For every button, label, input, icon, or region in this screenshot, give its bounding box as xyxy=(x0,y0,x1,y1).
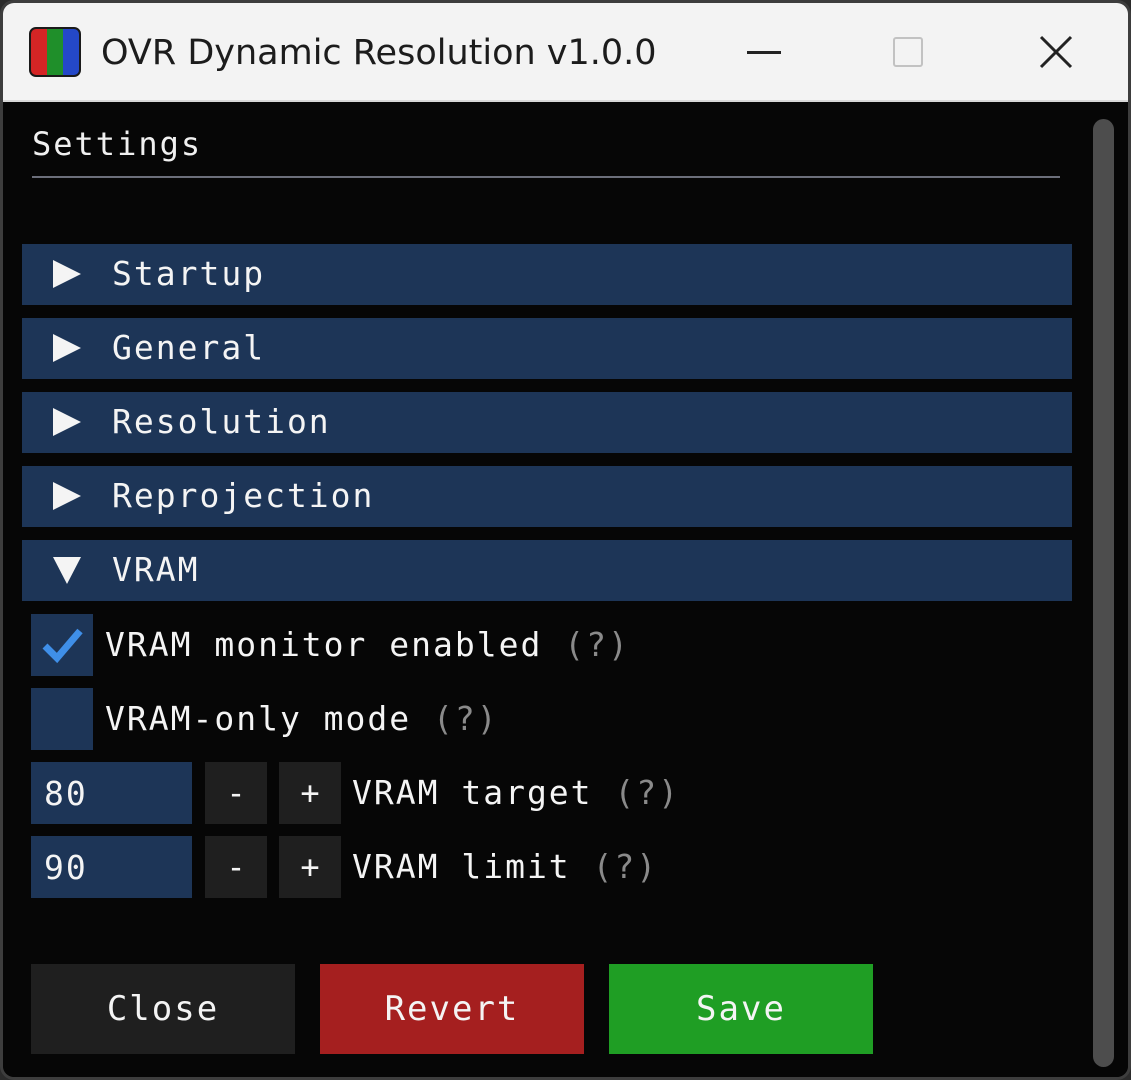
vram-limit-help[interactable]: (?) xyxy=(593,847,659,886)
section-label: VRAM xyxy=(112,550,200,589)
vram-target-increment-button[interactable]: + xyxy=(279,762,341,824)
vram-target-input[interactable] xyxy=(31,762,192,824)
minimize-icon xyxy=(747,50,781,54)
vram-target-text: VRAM target xyxy=(352,773,593,812)
section-header-startup[interactable]: Startup xyxy=(22,244,1072,305)
title-bar[interactable]: OVR Dynamic Resolution v1.0.0 xyxy=(3,3,1128,102)
triangle-right-icon xyxy=(53,408,81,436)
settings-panel: Settings Startup General Resolution Repr… xyxy=(3,102,1128,1077)
section-header-reprojection[interactable]: Reprojection xyxy=(22,466,1072,527)
checkmark-icon xyxy=(42,628,83,664)
vram-target-help[interactable]: (?) xyxy=(614,773,680,812)
vram-limit-text: VRAM limit xyxy=(352,847,571,886)
app-icon-green-stripe xyxy=(47,29,63,75)
vram-target-label: VRAM target (?) xyxy=(352,769,680,817)
section-label: Reprojection xyxy=(112,476,375,515)
window-title: OVR Dynamic Resolution v1.0.0 xyxy=(101,33,657,73)
vram-only-mode-help[interactable]: (?) xyxy=(433,699,499,738)
maximize-button[interactable] xyxy=(873,21,943,83)
app-icon xyxy=(29,27,81,77)
vram-limit-increment-button[interactable]: + xyxy=(279,836,341,898)
vram-limit-decrement-button[interactable]: - xyxy=(205,836,267,898)
app-icon-blue-stripe xyxy=(63,29,79,75)
vram-only-mode-checkbox[interactable] xyxy=(31,688,93,750)
close-icon xyxy=(1039,35,1073,69)
revert-button[interactable]: Revert xyxy=(320,964,584,1054)
scrollbar[interactable] xyxy=(1088,115,1118,1071)
triangle-right-icon xyxy=(53,260,81,288)
vram-monitor-text: VRAM monitor enabled xyxy=(105,625,543,664)
vram-only-mode-label: VRAM-only mode (?) xyxy=(105,695,499,743)
app-icon-red-stripe xyxy=(31,29,47,75)
vram-monitor-checkbox[interactable] xyxy=(31,614,93,676)
minimize-button[interactable] xyxy=(729,21,799,83)
app-window: OVR Dynamic Resolution v1.0.0 Settings S… xyxy=(0,0,1131,1080)
vram-monitor-label: VRAM monitor enabled (?) xyxy=(105,621,630,669)
window-close-button[interactable] xyxy=(1021,21,1091,83)
triangle-right-icon xyxy=(53,334,81,362)
triangle-down-icon xyxy=(53,557,81,584)
maximize-icon xyxy=(893,37,923,67)
vram-only-mode-text: VRAM-only mode xyxy=(105,699,412,738)
vram-target-decrement-button[interactable]: - xyxy=(205,762,267,824)
section-label: Startup xyxy=(112,254,266,293)
save-button[interactable]: Save xyxy=(609,964,873,1054)
panel-title: Settings xyxy=(32,125,203,163)
title-separator xyxy=(32,176,1060,178)
vram-monitor-help[interactable]: (?) xyxy=(564,625,630,664)
triangle-right-icon xyxy=(53,482,81,510)
scrollbar-thumb[interactable] xyxy=(1093,119,1114,1067)
section-header-resolution[interactable]: Resolution xyxy=(22,392,1072,453)
section-header-vram[interactable]: VRAM xyxy=(22,540,1072,601)
vram-limit-input[interactable] xyxy=(31,836,192,898)
section-label: Resolution xyxy=(112,402,331,441)
section-header-general[interactable]: General xyxy=(22,318,1072,379)
close-button[interactable]: Close xyxy=(31,964,295,1054)
section-label: General xyxy=(112,328,266,367)
vram-limit-label: VRAM limit (?) xyxy=(352,843,658,891)
